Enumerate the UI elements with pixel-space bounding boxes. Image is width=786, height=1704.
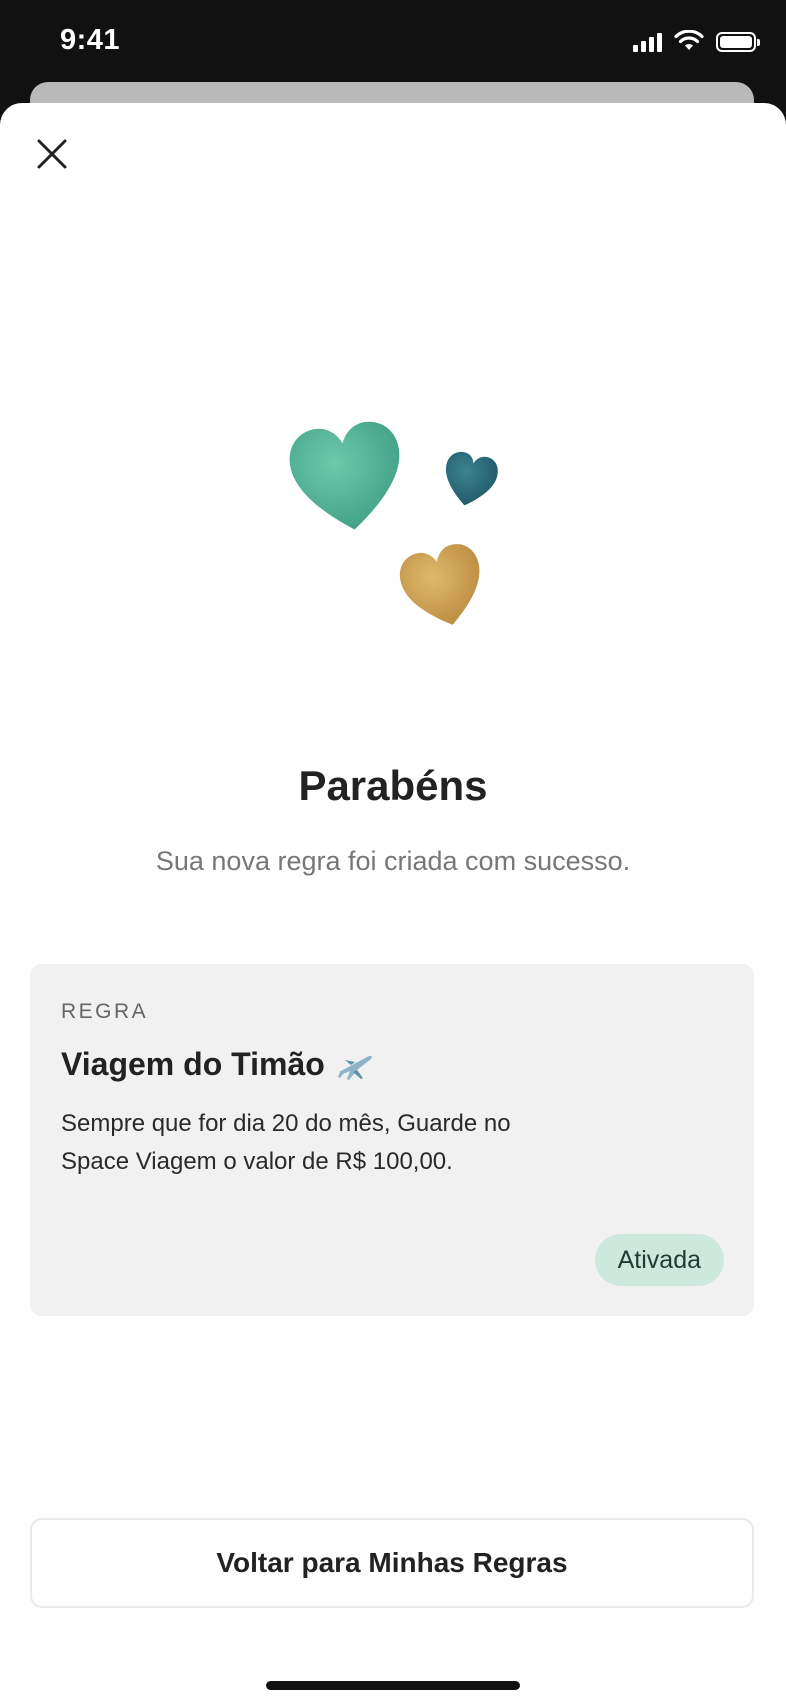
rule-card[interactable]: REGRA Viagem do Timão Sempre que for dia… [30, 964, 754, 1316]
hearts-illustration [289, 421, 498, 625]
airplane-icon [337, 1055, 372, 1080]
page-subtitle: Sua nova regra foi criada com sucesso. [155, 846, 631, 876]
cellular-signal-icon [633, 30, 662, 52]
status-bar: 9:41 [0, 0, 786, 84]
back-to-my-rules-button[interactable]: Voltar para Minhas Regras [30, 1518, 754, 1608]
page-title: Parabéns [298, 762, 488, 809]
heart-gold-icon [399, 544, 480, 625]
status-icons [633, 30, 760, 52]
status-time: 9:41 [60, 24, 121, 56]
wifi-icon [674, 30, 704, 50]
success-screen: 9:41 Parabéns Sua nova regra foi criada … [0, 0, 786, 1704]
rule-overline: REGRA [61, 1000, 149, 1023]
rule-title: Viagem do Timão [61, 1046, 325, 1082]
rule-title-row: Viagem do Timão [61, 1046, 723, 1083]
close-icon [37, 139, 67, 169]
heart-teal-icon [289, 421, 400, 530]
battery-icon [716, 32, 760, 52]
close-button[interactable] [30, 132, 74, 176]
status-badge: Ativada [594, 1234, 724, 1286]
rule-description: Sempre que for dia 20 do mês, Guarde no … [61, 1110, 511, 1175]
modal-sheet [0, 103, 786, 1704]
home-indicator [266, 1681, 520, 1690]
heart-dark-teal-icon [445, 451, 498, 506]
